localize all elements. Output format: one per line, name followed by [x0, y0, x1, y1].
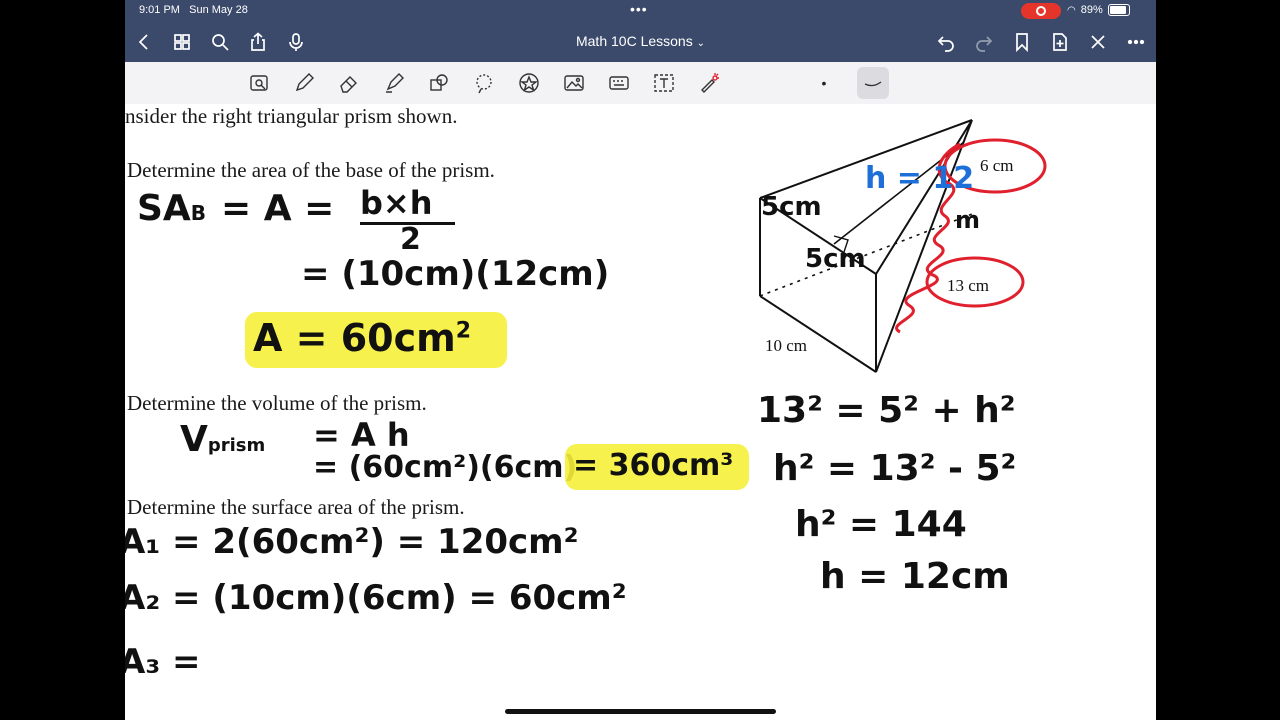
- pen-tool-icon[interactable]: [292, 71, 316, 95]
- undo-icon[interactable]: [935, 31, 957, 53]
- prism-front-triangle: [875, 119, 973, 373]
- pythag-line-2: h² = 13² - 5²: [773, 448, 1017, 489]
- fraction-numerator: b×h: [360, 184, 433, 222]
- status-time: 9:01 PM Sun May 28: [139, 4, 248, 16]
- add-page-icon[interactable]: [1049, 31, 1071, 53]
- blue-h-label: h = 12: [865, 161, 974, 196]
- battery-percent: 89%: [1080, 4, 1103, 16]
- laser-pointer-icon[interactable]: [697, 71, 721, 95]
- volume-label: Vprism: [180, 419, 266, 460]
- pythag-line-1: 13² = 5² + h²: [757, 390, 1016, 431]
- volume-equation-1: = A h: [313, 416, 410, 454]
- surface-a1: A₁ = 2(60cm²) = 120cm²: [125, 522, 579, 562]
- screen-recording-icon[interactable]: [1021, 3, 1061, 19]
- battery-icon: [1107, 4, 1130, 16]
- bookmark-icon[interactable]: [1011, 31, 1033, 53]
- label-13cm: 13 cm: [947, 276, 990, 295]
- question-b: Determine the volume of the prism.: [127, 391, 427, 415]
- eraser-tool-icon[interactable]: [337, 71, 361, 95]
- close-icon[interactable]: [1087, 31, 1109, 53]
- hand-label-m: m: [955, 206, 981, 234]
- zoom-writing-icon[interactable]: [248, 71, 272, 95]
- status-bar: 9:01 PM Sun May 28 ••• ◠ 89%: [125, 0, 1156, 22]
- keyboard-tool-icon[interactable]: [607, 71, 631, 95]
- surface-a2: A₂ = (10cm)(6cm) = 60cm²: [125, 578, 627, 618]
- highlighter-tool-icon[interactable]: [382, 71, 406, 95]
- pen-size-dot[interactable]: •: [812, 71, 836, 95]
- pythag-line-4: h = 12cm: [820, 556, 1010, 597]
- sa-base-label: SAB: [137, 188, 207, 229]
- prism-bottom-back: [759, 295, 877, 373]
- ipad-screen: 9:01 PM Sun May 28 ••• ◠ 89% Math 10C Le…: [125, 0, 1156, 720]
- question-c: Determine the surface area of the prism.: [127, 495, 465, 519]
- question-a: Determine the area of the base of the pr…: [127, 158, 495, 182]
- multitask-dots[interactable]: •••: [630, 1, 648, 17]
- surface-a3: A₃ =: [125, 642, 201, 682]
- note-page[interactable]: nsider the right triangular prism shown.…: [125, 104, 1156, 720]
- area-result: A = 60cm2: [253, 316, 472, 360]
- redo-icon[interactable]: [973, 31, 995, 53]
- stroke-style-icon[interactable]: [857, 67, 889, 99]
- hand-label-5cm-bottom: 5cm: [805, 244, 866, 274]
- volume-result: = 360cm³: [573, 448, 734, 483]
- home-indicator[interactable]: [505, 709, 776, 714]
- volume-equation-2: = (60cm²)(6cm): [313, 450, 578, 485]
- label-10cm: 10 cm: [765, 336, 808, 355]
- shapes-tool-icon[interactable]: [427, 71, 451, 95]
- tool-bar: •: [125, 62, 1156, 105]
- more-icon[interactable]: [1125, 31, 1147, 53]
- text-tool-icon[interactable]: [652, 71, 676, 95]
- pythag-line-3: h² = 144: [795, 504, 967, 545]
- nav-bar: Math 10C Lessons ⌄: [125, 22, 1156, 62]
- elements-tool-icon[interactable]: [517, 71, 541, 95]
- battery-area: ◠ 89%: [1067, 4, 1130, 16]
- lasso-tool-icon[interactable]: [472, 71, 496, 95]
- label-6cm: 6 cm: [980, 156, 1014, 175]
- area-equation-1: = A =: [221, 188, 335, 229]
- fraction-denominator: 2: [400, 222, 421, 257]
- image-tool-icon[interactable]: [562, 71, 586, 95]
- area-equation-2: = (10cm)(12cm): [301, 254, 610, 294]
- hand-label-5cm-left: 5cm: [761, 192, 822, 222]
- document-title[interactable]: Math 10C Lessons ⌄: [125, 33, 1156, 49]
- problem-intro: nsider the right triangular prism shown.: [125, 104, 458, 128]
- wifi-icon: ◠: [1067, 4, 1076, 16]
